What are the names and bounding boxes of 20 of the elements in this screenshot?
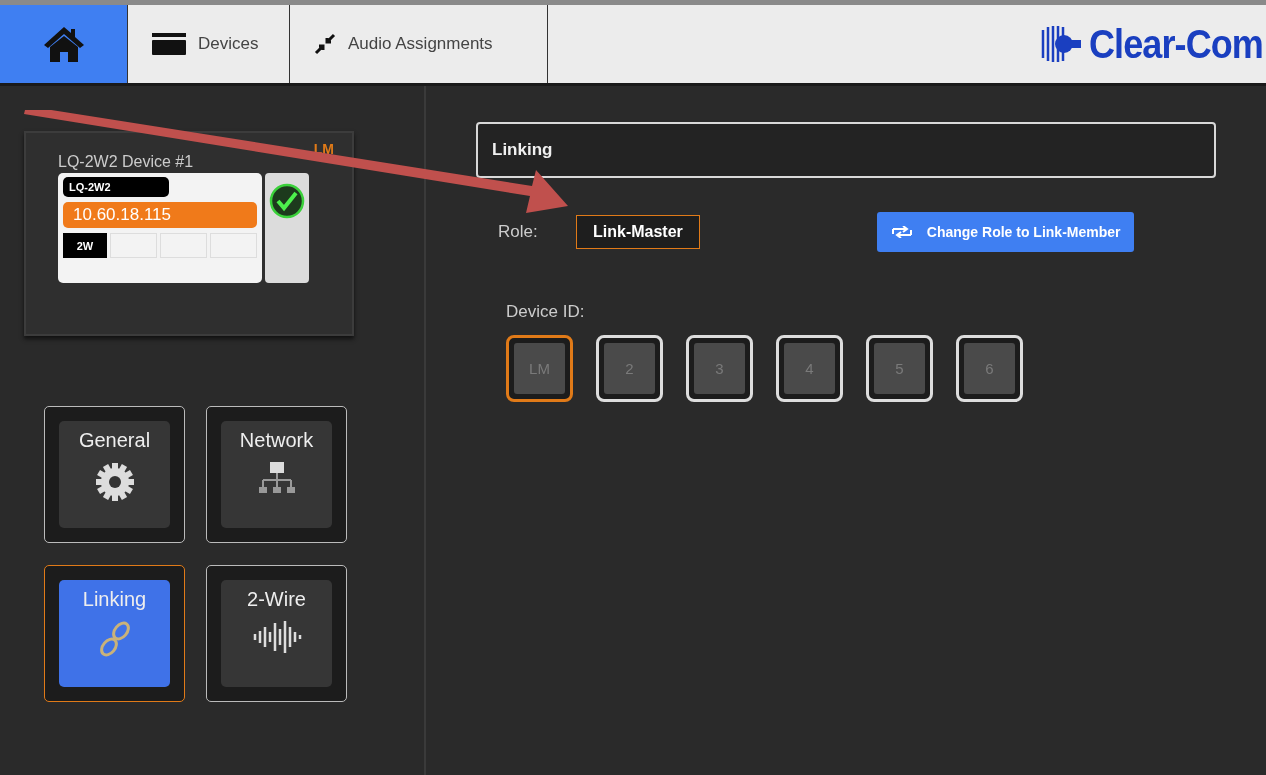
arrows-inward-icon [314,33,336,55]
model-label: LQ-2W2 [63,177,169,197]
role-label: Role: [498,222,539,242]
card-icon [152,33,186,55]
swap-icon [890,226,913,238]
logo: Clear-Com [1036,21,1266,67]
settings-tile[interactable]: 2-Wire [221,580,332,687]
role-value: Link-Master [576,215,700,249]
ip-address: 10.60.18.115 [63,202,257,228]
settings-tile[interactable]: Linking [59,580,170,687]
sound-wave-icon [251,619,302,655]
port-label: 2W [63,233,107,258]
device-id-label: Device ID: [505,302,586,322]
change-role-button[interactable]: Change Role to Link-Member [876,212,1135,252]
device-name: LQ-2W2 Device #1 [58,153,194,171]
settings-tile[interactable]: General [59,421,170,528]
nav-tab[interactable] [0,5,128,83]
network-icon [256,460,297,496]
section-header: Linking [476,122,1216,178]
settings-tile[interactable]: Network [221,421,332,528]
